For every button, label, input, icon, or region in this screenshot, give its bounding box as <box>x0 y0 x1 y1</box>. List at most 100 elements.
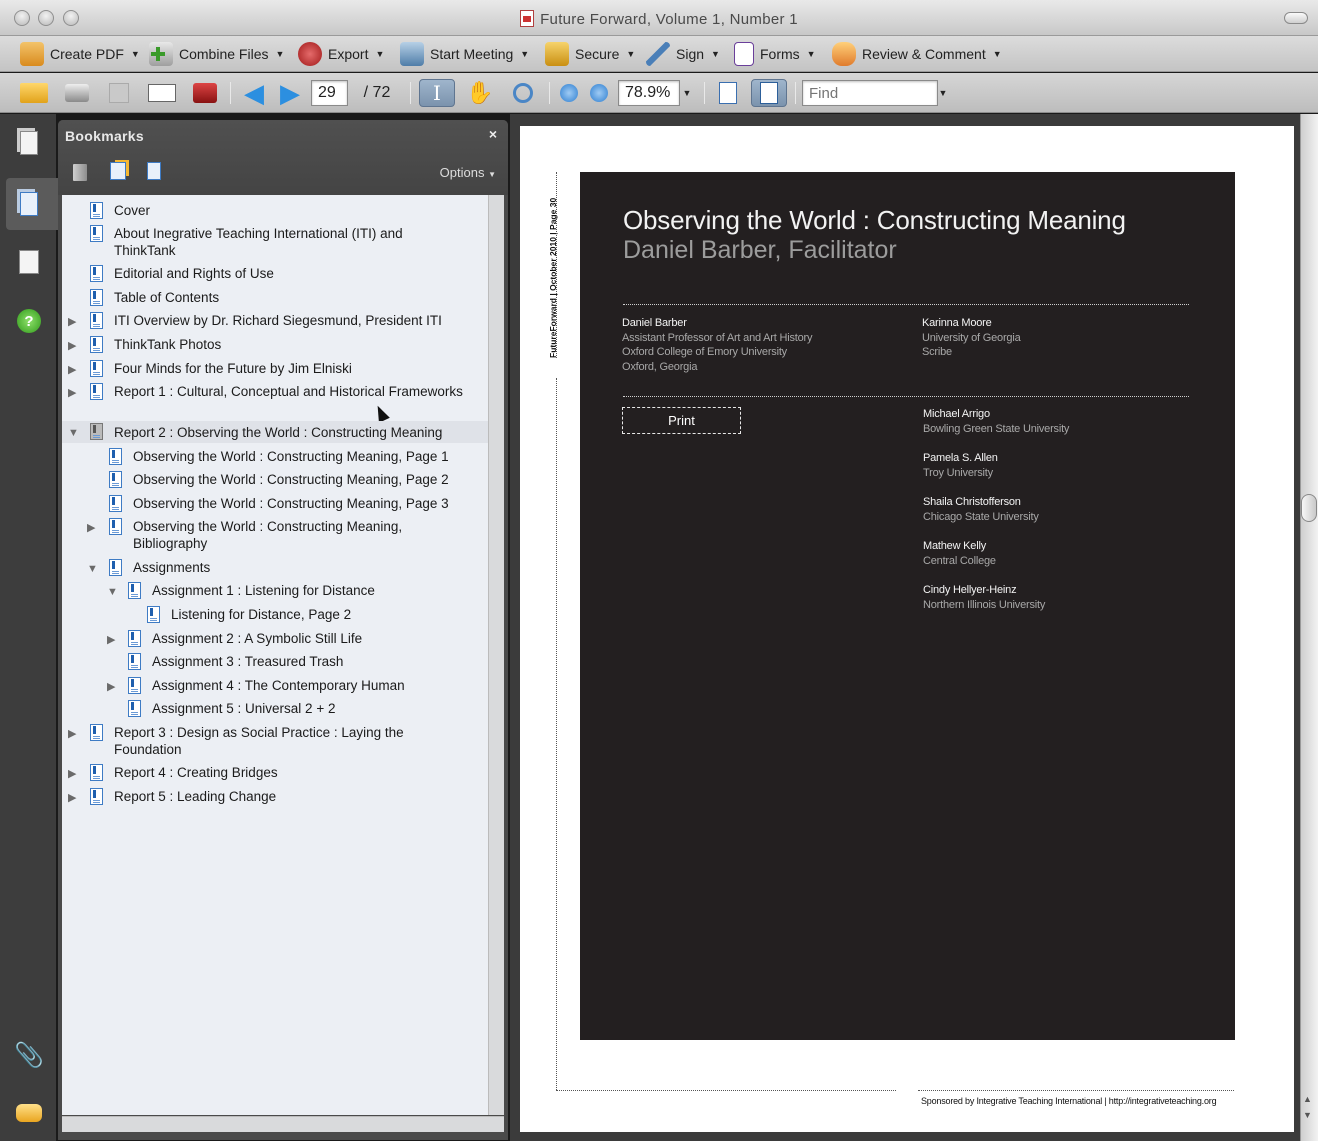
window-title-text: Future Forward, Volume 1, Number 1 <box>540 11 798 28</box>
bookmark-item[interactable]: ▶ Observing the World : Constructing Mea… <box>62 518 488 554</box>
scroll-down-arrow-icon[interactable]: ▼ <box>1303 1110 1312 1120</box>
zoom-dropdown-button[interactable]: ▼ <box>680 79 694 107</box>
zoom-in-button[interactable] <box>587 79 611 107</box>
print-button[interactable] <box>62 79 92 107</box>
person-detail: Central College <box>923 554 996 567</box>
bookmark-item[interactable]: ▶ Report 3 : Design as Social Practice :… <box>62 724 488 760</box>
fit-page-icon <box>760 82 778 104</box>
forms-label: Forms <box>760 46 800 62</box>
zoom-level-input[interactable]: 78.9% <box>618 80 680 106</box>
bookmark-item[interactable]: ▶ Report 1 : Cultural, Conceptual and Hi… <box>62 383 488 401</box>
expand-triangle-icon[interactable]: ▶ <box>68 362 80 379</box>
marquee-zoom-button[interactable] <box>506 79 540 107</box>
collapse-triangle-icon[interactable]: ▼ <box>107 584 119 601</box>
bookmark-item[interactable]: ▶ ITI Overview by Dr. Richard Siegesmund… <box>62 312 488 330</box>
bookmark-item[interactable]: Cover <box>62 202 488 220</box>
find-options-button[interactable]: ▼ <box>937 79 949 107</box>
start-meeting-button[interactable]: Start Meeting ▼ <box>400 40 529 68</box>
find-bridge-button[interactable] <box>190 79 220 107</box>
chevron-down-icon: ▼ <box>488 170 496 179</box>
expand-bookmark-button[interactable] <box>147 162 169 182</box>
expand-triangle-icon[interactable]: ▶ <box>68 766 80 783</box>
new-bookmark-button[interactable] <box>110 162 132 182</box>
expand-triangle-icon[interactable]: ▶ <box>68 338 80 355</box>
secure-button[interactable]: Secure ▼ <box>545 40 635 68</box>
collapse-triangle-icon[interactable]: ▼ <box>87 561 99 578</box>
page-number-input[interactable]: 29 <box>311 80 348 106</box>
toolbar-toggle-button[interactable] <box>1284 12 1308 24</box>
expand-triangle-icon[interactable]: ▶ <box>107 679 119 696</box>
member-block: Mathew Kelly Central College <box>923 539 996 568</box>
previous-page-button[interactable]: ◀ <box>240 79 268 107</box>
toolbar-separator <box>795 82 796 104</box>
close-panel-button[interactable]: × <box>489 126 497 142</box>
bookmarks-vertical-scrollbar[interactable] <box>488 195 504 1115</box>
expand-triangle-icon[interactable]: ▶ <box>68 385 80 402</box>
bookmark-item[interactable]: Listening for Distance, Page 2 <box>62 606 488 624</box>
bookmark-item[interactable]: ▶ Assignment 4 : The Contemporary Human <box>62 677 488 695</box>
bookmark-item[interactable]: Editorial and Rights of Use <box>62 265 488 283</box>
combine-files-button[interactable]: Combine Files ▼ <box>149 40 284 68</box>
bookmarks-horizontal-scrollbar[interactable] <box>62 1116 504 1132</box>
bookmark-item[interactable]: ▶ Assignment 2 : A Symbolic Still Life <box>62 630 488 648</box>
bookmark-item-selected[interactable]: ▼ Report 2 : Observing the World : Const… <box>62 421 488 443</box>
bookmark-item[interactable]: ▼ Assignments <box>62 559 488 577</box>
sign-button[interactable]: Sign ▼ <box>646 40 720 68</box>
print-form-button[interactable]: Print <box>622 407 741 434</box>
bookmark-item[interactable]: Assignment 3 : Treasured Trash <box>62 653 488 671</box>
collapse-triangle-icon[interactable]: ▼ <box>68 425 80 442</box>
bookmark-label: Assignment 2 : A Symbolic Still Life <box>152 631 363 646</box>
bookmark-item[interactable]: Table of Contents <box>62 289 488 307</box>
bookmarks-button[interactable] <box>10 185 48 223</box>
document-vertical-scrollbar[interactable] <box>1300 114 1318 1141</box>
page-thumbnails-button[interactable] <box>10 124 48 162</box>
expand-triangle-icon[interactable]: ▶ <box>87 520 99 537</box>
bookmark-item[interactable]: About Inegrative Teaching International … <box>62 225 488 261</box>
expand-triangle-icon[interactable]: ▶ <box>68 726 80 743</box>
expand-triangle-icon[interactable]: ▶ <box>68 314 80 331</box>
find-input[interactable] <box>802 80 938 106</box>
bookmark-item[interactable]: Observing the World : Constructing Meani… <box>62 471 488 489</box>
bookmark-label: Four Minds for the Future by Jim Elniski <box>114 361 352 376</box>
bookmark-item[interactable]: Observing the World : Constructing Meani… <box>62 495 488 513</box>
export-button[interactable]: Export ▼ <box>298 40 384 68</box>
bookmark-item[interactable]: ▶ Report 4 : Creating Bridges <box>62 764 488 782</box>
bookmark-item[interactable]: ▶ ThinkTank Photos <box>62 336 488 354</box>
bookmark-label-continued: ThinkTank <box>114 243 176 258</box>
forms-button[interactable]: Forms ▼ <box>734 40 816 68</box>
bookmark-item[interactable]: ▼ Assignment 1 : Listening for Distance <box>62 582 488 600</box>
scroll-up-arrow-icon[interactable]: ▲ <box>1303 1094 1312 1104</box>
bookmark-item[interactable]: Observing the World : Constructing Meani… <box>62 448 488 466</box>
bookmark-label: Report 1 : Cultural, Conceptual and Hist… <box>114 384 463 399</box>
navigation-toolbar: ◀ ▶ 29 / 72 I ✋ 78.9% ▼ ▼ <box>0 73 1318 113</box>
email-button[interactable] <box>146 79 178 107</box>
scrollbar-thumb[interactable] <box>1301 494 1317 522</box>
next-page-button[interactable]: ▶ <box>276 79 304 107</box>
bookmark-item[interactable]: ▶ Report 5 : Leading Change <box>62 788 488 806</box>
page-dark-panel <box>580 172 1235 1040</box>
bookmark-label: Report 2 : Observing the World : Constru… <box>114 425 443 440</box>
save-button[interactable] <box>104 79 134 107</box>
create-pdf-icon <box>20 42 44 66</box>
bookmark-item[interactable]: ▶ Four Minds for the Future by Jim Elnis… <box>62 360 488 378</box>
open-folder-button[interactable] <box>18 79 50 107</box>
hand-tool-button[interactable]: ✋ <box>463 79 497 107</box>
expand-triangle-icon[interactable]: ▶ <box>68 790 80 807</box>
fit-page-button[interactable] <box>751 79 787 107</box>
paperclip-icon: 📎 <box>14 1041 44 1069</box>
attachments-button[interactable]: 📎 <box>10 1036 48 1074</box>
expand-triangle-icon[interactable]: ▶ <box>107 632 119 649</box>
create-pdf-button[interactable]: Create PDF ▼ <box>20 40 140 68</box>
delete-bookmark-button[interactable] <box>73 162 89 182</box>
signatures-button[interactable] <box>10 243 48 281</box>
comments-button[interactable] <box>10 1094 48 1132</box>
zoom-out-button[interactable] <box>557 79 581 107</box>
help-button[interactable]: ? <box>10 302 48 340</box>
bookmark-item[interactable]: Assignment 5 : Universal 2 + 2 <box>62 700 488 718</box>
options-label: Options <box>439 165 485 180</box>
select-tool-button[interactable]: I <box>419 79 455 107</box>
chevron-down-icon: ▼ <box>711 49 720 59</box>
review-comment-button[interactable]: Review & Comment ▼ <box>832 40 1002 68</box>
bookmark-options-menu[interactable]: Options ▼ <box>440 165 496 180</box>
scrolling-mode-button[interactable] <box>713 79 743 107</box>
